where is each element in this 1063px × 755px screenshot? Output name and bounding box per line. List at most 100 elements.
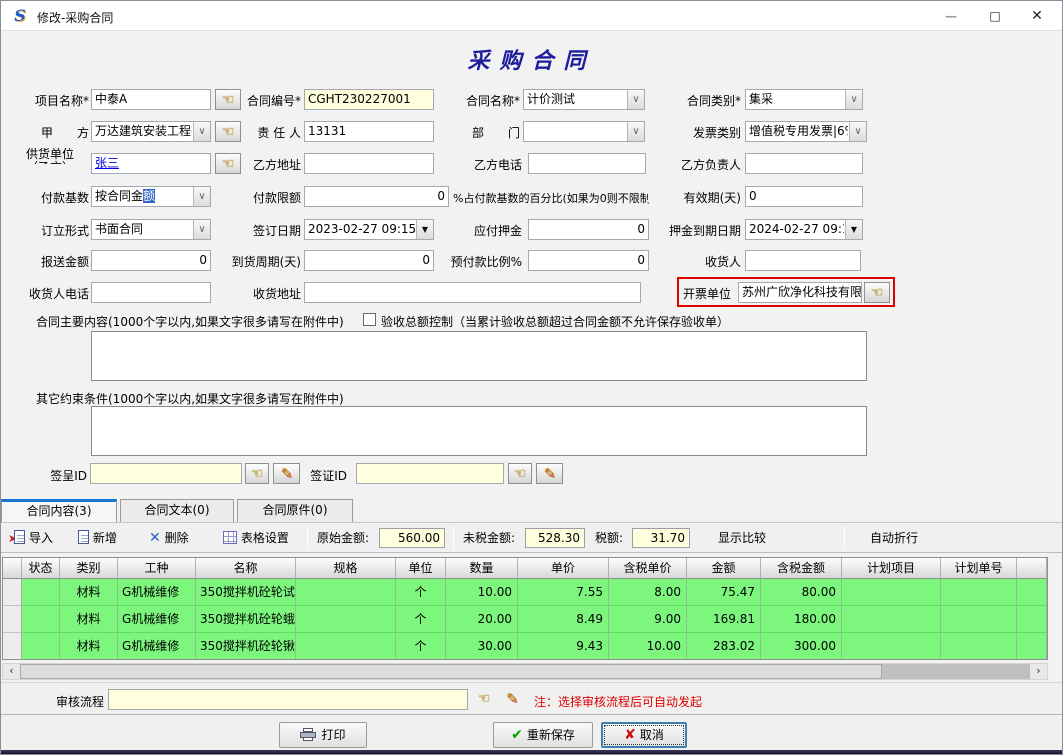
- form-type-label: 订立形式: [11, 222, 89, 238]
- sign-date-label: 签订日期: [231, 222, 301, 238]
- row-selector[interactable]: [3, 633, 22, 660]
- other-terms-textarea[interactable]: [91, 406, 867, 456]
- column-header[interactable]: 金额: [687, 558, 761, 579]
- qianzheng-id-field[interactable]: [356, 463, 504, 484]
- prepay-ratio-field[interactable]: 0: [528, 250, 649, 271]
- project-field[interactable]: 中泰A: [91, 89, 211, 110]
- table-cell: G机械维修: [118, 606, 196, 633]
- calendar-dropdown-icon[interactable]: ▼: [845, 220, 862, 239]
- delete-button[interactable]: ✕ 删除: [149, 527, 189, 550]
- consignee-phone-label: 收货人电话: [11, 285, 89, 301]
- chevron-down-icon[interactable]: ∨: [627, 90, 644, 109]
- column-header[interactable]: 含税金额: [761, 558, 842, 579]
- qianzheng-picker-hand-icon[interactable]: ☜: [508, 463, 532, 484]
- consignee-phone-field[interactable]: [91, 282, 211, 303]
- qiancheng-edit-pencil-icon[interactable]: ✎: [273, 463, 300, 484]
- contract-category-combo[interactable]: 集采 ∨: [745, 89, 863, 110]
- supplier-link[interactable]: 张三: [95, 156, 119, 170]
- tab-contract-original[interactable]: 合同原件(0): [237, 499, 353, 522]
- horizontal-scrollbar[interactable]: ‹ ›: [2, 663, 1048, 680]
- report-amount-field[interactable]: 0: [91, 250, 211, 271]
- payment-base-combo[interactable]: 按合同金额 ∨: [91, 186, 211, 207]
- invoice-type-combo[interactable]: 增值税专用发票|6% ∨: [745, 121, 867, 142]
- add-button[interactable]: 新增: [78, 527, 117, 550]
- table-cell: [296, 606, 396, 633]
- responsible-field[interactable]: 13131: [304, 121, 434, 142]
- delivery-address-field[interactable]: [304, 282, 641, 303]
- column-header[interactable]: 单价: [518, 558, 609, 579]
- column-header[interactable]: 工种: [118, 558, 196, 579]
- grid-settings-button[interactable]: 表格设置: [223, 527, 289, 550]
- table-cell: 300.00: [761, 633, 842, 660]
- contract-no-field[interactable]: CGHT230227001: [304, 89, 434, 110]
- column-header[interactable]: 类别: [60, 558, 118, 579]
- tab-contract-content[interactable]: 合同内容(3): [1, 499, 117, 522]
- qiancheng-picker-hand-icon[interactable]: ☜: [245, 463, 269, 484]
- main-content-textarea[interactable]: [91, 331, 867, 381]
- column-header[interactable]: 含税单价: [609, 558, 687, 579]
- party-b-manager-field[interactable]: [745, 153, 863, 174]
- department-label: 部 门: [445, 124, 520, 140]
- party-b-phone-field[interactable]: [528, 153, 646, 174]
- column-header[interactable]: 名称: [196, 558, 296, 579]
- calendar-dropdown-icon[interactable]: ▼: [416, 220, 433, 239]
- table-row[interactable]: 材料G机械维修350搅拌机砼轮蛾个20.008.499.00169.81180.…: [3, 606, 1047, 633]
- row-selector[interactable]: [3, 579, 22, 606]
- chevron-down-icon[interactable]: ∨: [627, 122, 644, 141]
- column-header[interactable]: 计划项目: [842, 558, 941, 579]
- contract-name-combo[interactable]: 计价测试 ∨: [523, 89, 645, 110]
- approval-edit-pencil-icon[interactable]: ✎: [500, 689, 524, 710]
- supplier-field[interactable]: 张三: [91, 153, 211, 174]
- column-header[interactable]: 状态: [22, 558, 60, 579]
- party-b-address-field[interactable]: [304, 153, 434, 174]
- invoice-unit-field[interactable]: 苏州广欣净化科技有限: [738, 282, 862, 303]
- validity-field[interactable]: 0: [745, 186, 863, 207]
- grid-settings-label: 表格设置: [241, 531, 289, 545]
- payment-limit-label: 付款限额: [231, 189, 301, 205]
- column-header[interactable]: 单位: [396, 558, 446, 579]
- qianzheng-edit-pencil-icon[interactable]: ✎: [536, 463, 563, 484]
- chevron-down-icon[interactable]: ∨: [193, 122, 210, 141]
- table-row[interactable]: 材料G机械维修350搅拌机砼轮试个10.007.558.0075.4780.00: [3, 579, 1047, 606]
- approval-flow-field[interactable]: [108, 689, 468, 710]
- maximize-button[interactable]: □: [976, 1, 1014, 31]
- party-a-combo[interactable]: 万达建筑安装工程有 ∨: [91, 121, 211, 142]
- table-cell: 9.00: [609, 606, 687, 633]
- import-button[interactable]: ➤ 导入: [8, 527, 53, 550]
- minimize-button[interactable]: —: [932, 1, 970, 31]
- qiancheng-id-field[interactable]: [90, 463, 242, 484]
- chevron-down-icon[interactable]: ∨: [193, 187, 210, 206]
- close-button[interactable]: ✕: [1018, 1, 1056, 31]
- department-combo[interactable]: ∨: [523, 121, 645, 142]
- scroll-right-icon[interactable]: ›: [1030, 664, 1047, 679]
- sign-date-picker[interactable]: 2023-02-27 09:15: ▼: [304, 219, 434, 240]
- chevron-down-icon[interactable]: ∨: [193, 220, 210, 239]
- column-header[interactable]: 计划单号: [941, 558, 1017, 579]
- cancel-button[interactable]: ✘取消: [601, 722, 687, 748]
- acceptance-total-checkbox[interactable]: [363, 313, 376, 326]
- table-cell: 283.02: [687, 633, 761, 660]
- chevron-down-icon[interactable]: ∨: [845, 90, 862, 109]
- invoice-unit-picker-hand-icon[interactable]: ☜: [864, 282, 890, 303]
- table-row[interactable]: 材料G机械维修350搅拌机砼轮锹个30.009.4310.00283.02300…: [3, 633, 1047, 660]
- consignee-field[interactable]: [745, 250, 861, 271]
- resave-button[interactable]: ✔重新保存: [493, 722, 593, 748]
- tax-label: 税额:: [595, 527, 623, 550]
- column-header[interactable]: 数量: [446, 558, 518, 579]
- approval-picker-hand-icon[interactable]: ☜: [472, 689, 496, 710]
- deposit-field[interactable]: 0: [528, 219, 649, 240]
- deposit-due-picker[interactable]: 2024-02-27 09:15: ▼: [745, 219, 863, 240]
- supplier-label: 供货单位 （乙方）: [11, 148, 89, 164]
- table-cell: [842, 633, 941, 660]
- tab-contract-text[interactable]: 合同文本(0): [120, 499, 234, 522]
- delivery-address-label: 收货地址: [231, 285, 301, 301]
- payment-limit-field[interactable]: 0: [304, 186, 449, 207]
- chevron-down-icon[interactable]: ∨: [849, 122, 866, 141]
- scroll-left-icon[interactable]: ‹: [3, 664, 20, 679]
- scrollbar-thumb[interactable]: [20, 664, 882, 679]
- row-selector[interactable]: [3, 606, 22, 633]
- print-button[interactable]: 打印: [279, 722, 367, 748]
- form-type-combo[interactable]: 书面合同 ∨: [91, 219, 211, 240]
- column-header[interactable]: 规格: [296, 558, 396, 579]
- delivery-cycle-field[interactable]: 0: [304, 250, 434, 271]
